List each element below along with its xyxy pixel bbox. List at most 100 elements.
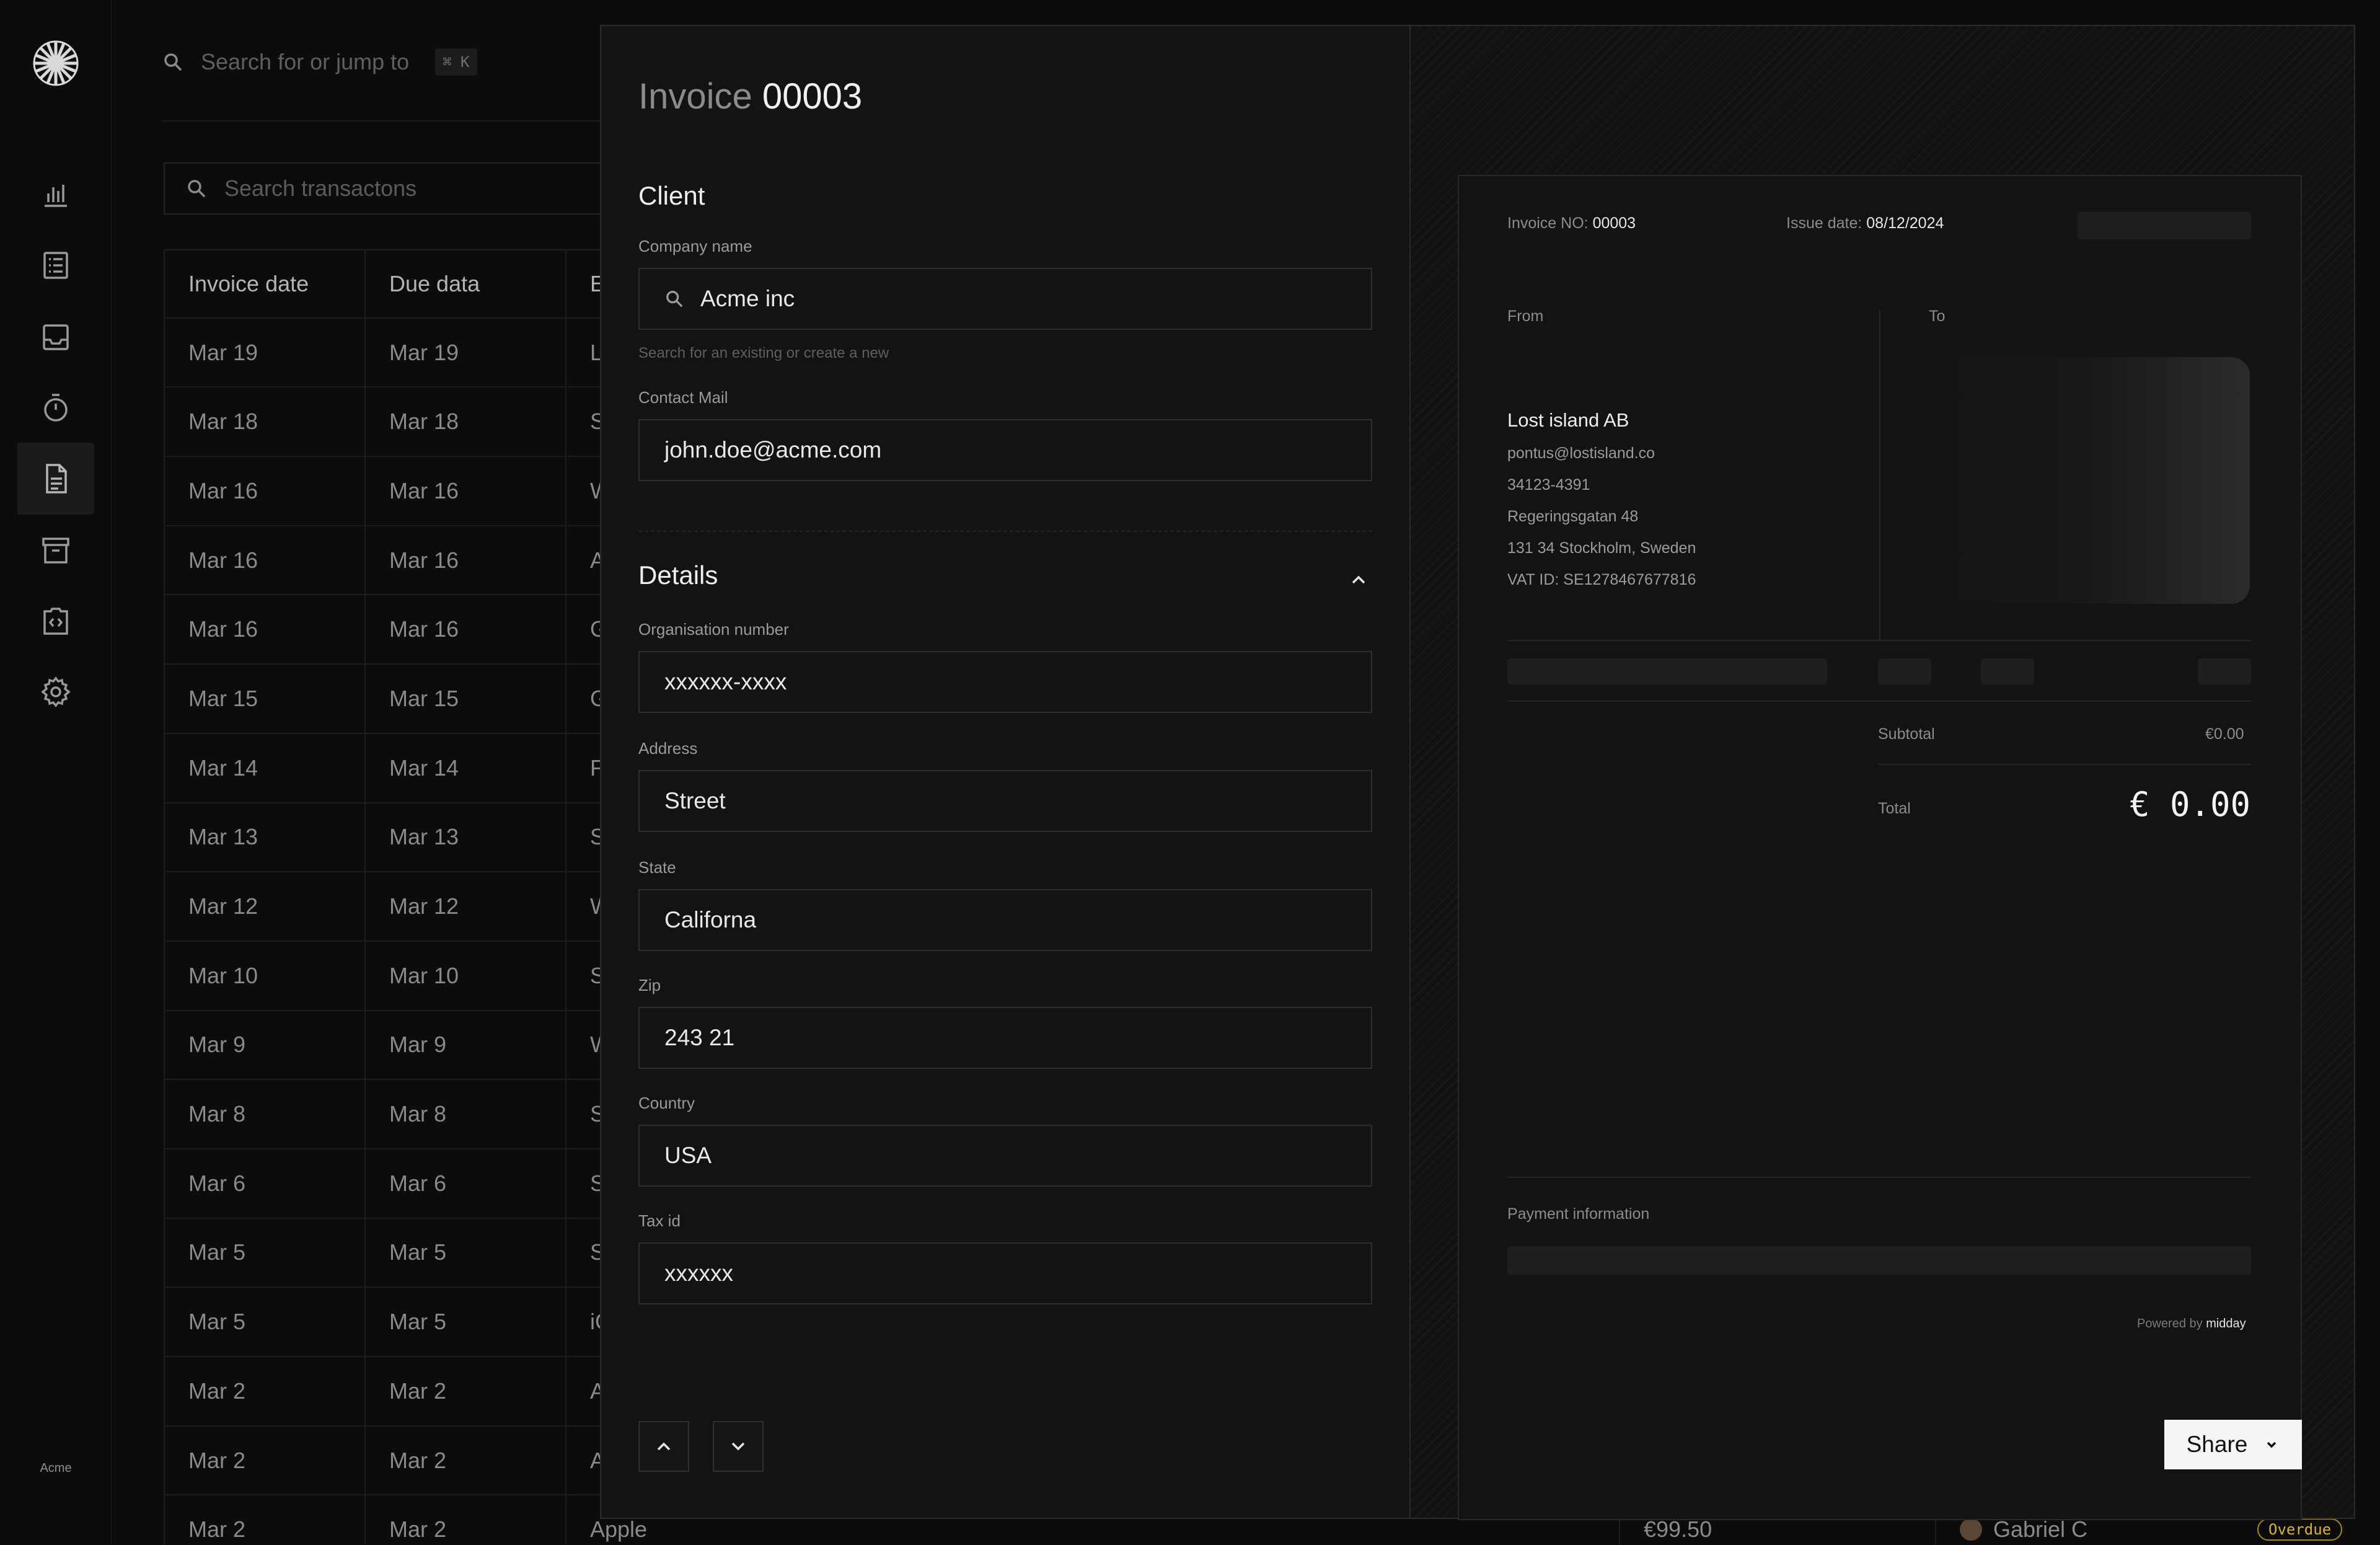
to-client-placeholder[interactable] xyxy=(1929,357,2250,604)
address-value: Street xyxy=(664,788,726,813)
from-company-name: Lost island AB xyxy=(1507,409,1629,431)
invoice-date-cell: Mar 14 xyxy=(165,733,366,802)
due-date-cell: Mar 12 xyxy=(366,872,566,941)
payment-info-placeholder xyxy=(1507,1246,2251,1275)
invoice-date-cell: Mar 9 xyxy=(165,1011,366,1079)
state-input[interactable]: Californa xyxy=(638,889,1372,951)
nav-overview[interactable] xyxy=(17,159,94,231)
transactions-search-placeholder: Search transactons xyxy=(224,175,417,201)
from-city: 131 34 Stockholm, Sweden xyxy=(1507,539,1696,557)
contact-mail-label: Contact Mail xyxy=(638,388,728,407)
due-date-cell: Mar 2 xyxy=(366,1357,566,1425)
chevron-down-icon xyxy=(731,1442,745,1451)
invoice-date-cell: Mar 6 xyxy=(165,1149,366,1218)
due-date-cell: Mar 10 xyxy=(366,941,566,1010)
due-date-cell: Mar 5 xyxy=(366,1288,566,1356)
invoice-date-cell: Mar 15 xyxy=(165,665,366,733)
global-search[interactable]: Search for or jump to ⌘ K xyxy=(162,43,477,81)
from-address-block: pontus@lostisland.co 34123-4391 Regering… xyxy=(1507,438,1696,596)
from-label: From xyxy=(1507,308,1544,325)
state-value: Californa xyxy=(664,907,757,932)
nav-invoices[interactable] xyxy=(17,443,94,515)
due-date-cell: Mar 2 xyxy=(366,1495,566,1545)
chevron-up-icon xyxy=(657,1442,671,1451)
contact-mail-value: john.doe@acme.com xyxy=(664,437,882,463)
nav-tracker[interactable] xyxy=(17,372,94,444)
line-item-price-placeholder xyxy=(1981,658,2034,684)
issue-date-label: Issue date: xyxy=(1786,215,1862,232)
zip-value: 243 21 xyxy=(664,1025,735,1050)
invoice-date-cell: Mar 16 xyxy=(165,457,366,525)
settings-icon xyxy=(41,676,71,707)
nav-inbox[interactable] xyxy=(17,301,94,373)
zip-input[interactable]: 243 21 xyxy=(638,1007,1372,1069)
invoice-date-cell: Mar 19 xyxy=(165,318,366,387)
divider xyxy=(1507,701,2251,702)
powered-by: Powered by midday xyxy=(2137,1317,2246,1331)
from-vat: VAT ID: SE1278467677816 xyxy=(1507,571,1696,588)
due-date-cell: Mar 19 xyxy=(366,318,566,387)
invoice-date-cell: Mar 13 xyxy=(165,803,366,872)
transactions-list-icon xyxy=(43,252,68,279)
due-date-cell: Mar 6 xyxy=(366,1149,566,1218)
invoice-date-cell: Mar 16 xyxy=(165,526,366,595)
section-divider xyxy=(638,531,1372,532)
chevron-up-icon[interactable] xyxy=(1347,569,1370,591)
nav-settings[interactable] xyxy=(17,656,94,728)
midday-logo-icon[interactable] xyxy=(32,40,79,87)
company-name-input[interactable]: Acme inc xyxy=(638,268,1372,330)
divider xyxy=(1507,1177,2251,1178)
due-date-cell: Mar 13 xyxy=(366,803,566,872)
nav-apps[interactable] xyxy=(17,585,94,657)
due-date-cell: Mar 2 xyxy=(366,1426,566,1495)
country-value: USA xyxy=(664,1143,712,1168)
due-date-cell: Mar 18 xyxy=(366,387,566,456)
due-date-placeholder xyxy=(2078,212,2251,239)
column-header-due-date[interactable]: Due data xyxy=(366,250,566,317)
due-date-cell: Mar 16 xyxy=(366,595,566,664)
from-email: pontus@lostisland.co xyxy=(1507,445,1655,462)
details-section-title: Details xyxy=(638,560,718,590)
inbox-icon xyxy=(43,324,69,350)
title-prefix: Invoice xyxy=(638,76,752,117)
contact-mail-input[interactable]: john.doe@acme.com xyxy=(638,419,1372,481)
share-button[interactable]: Share xyxy=(2164,1420,2302,1469)
due-date-cell: Mar 5 xyxy=(366,1218,566,1287)
assigned-name: Gabriel C xyxy=(1993,1516,2088,1543)
invoice-date-cell: Mar 5 xyxy=(165,1218,366,1287)
previous-invoice-button[interactable] xyxy=(638,1421,689,1472)
subtotal-label: Subtotal xyxy=(1878,725,1935,743)
nav-transactions[interactable] xyxy=(17,229,94,301)
due-date-cell: Mar 15 xyxy=(366,665,566,733)
column-header-invoice-date[interactable]: Invoice date xyxy=(165,250,366,317)
sidebar: Acme xyxy=(0,0,112,1545)
org-number-value: xxxxxx-xxxx xyxy=(664,669,787,694)
page-title: Invoice 00003 xyxy=(638,76,862,117)
line-item-qty-placeholder xyxy=(1878,658,1931,684)
timer-icon xyxy=(44,394,68,422)
from-street: Regeringsgatan 48 xyxy=(1507,508,1639,525)
state-label: State xyxy=(638,858,676,877)
avatar xyxy=(1960,1518,1982,1541)
total-label: Total xyxy=(1878,800,1911,817)
country-input[interactable]: USA xyxy=(638,1125,1372,1187)
nav-vault[interactable] xyxy=(17,515,94,587)
tax-id-value: xxxxxx xyxy=(664,1260,733,1286)
status-badge: Overdue xyxy=(2257,1518,2343,1541)
divider xyxy=(162,120,609,122)
invoice-number: Invoice NO: 00003 xyxy=(1507,215,1636,232)
address-input[interactable]: Street xyxy=(638,770,1372,832)
client-section-title: Client xyxy=(638,181,705,210)
org-number-input[interactable]: xxxxxx-xxxx xyxy=(638,651,1372,713)
company-name-hint: Search for an existing or create a new xyxy=(638,345,889,361)
payment-info-label: Payment information xyxy=(1507,1205,1650,1223)
next-invoice-button[interactable] xyxy=(713,1421,764,1472)
company-name-label: Company name xyxy=(638,237,752,255)
tax-id-input[interactable]: xxxxxx xyxy=(638,1242,1372,1304)
workspace-label: Acme xyxy=(40,1461,72,1475)
invoice-date-cell: Mar 12 xyxy=(165,872,366,941)
share-label: Share xyxy=(2186,1432,2248,1457)
workspace-switcher[interactable]: Acme xyxy=(32,1450,79,1487)
invoice-date-cell: Mar 18 xyxy=(165,387,366,456)
transactions-search-input[interactable]: Search transactons xyxy=(164,162,610,215)
